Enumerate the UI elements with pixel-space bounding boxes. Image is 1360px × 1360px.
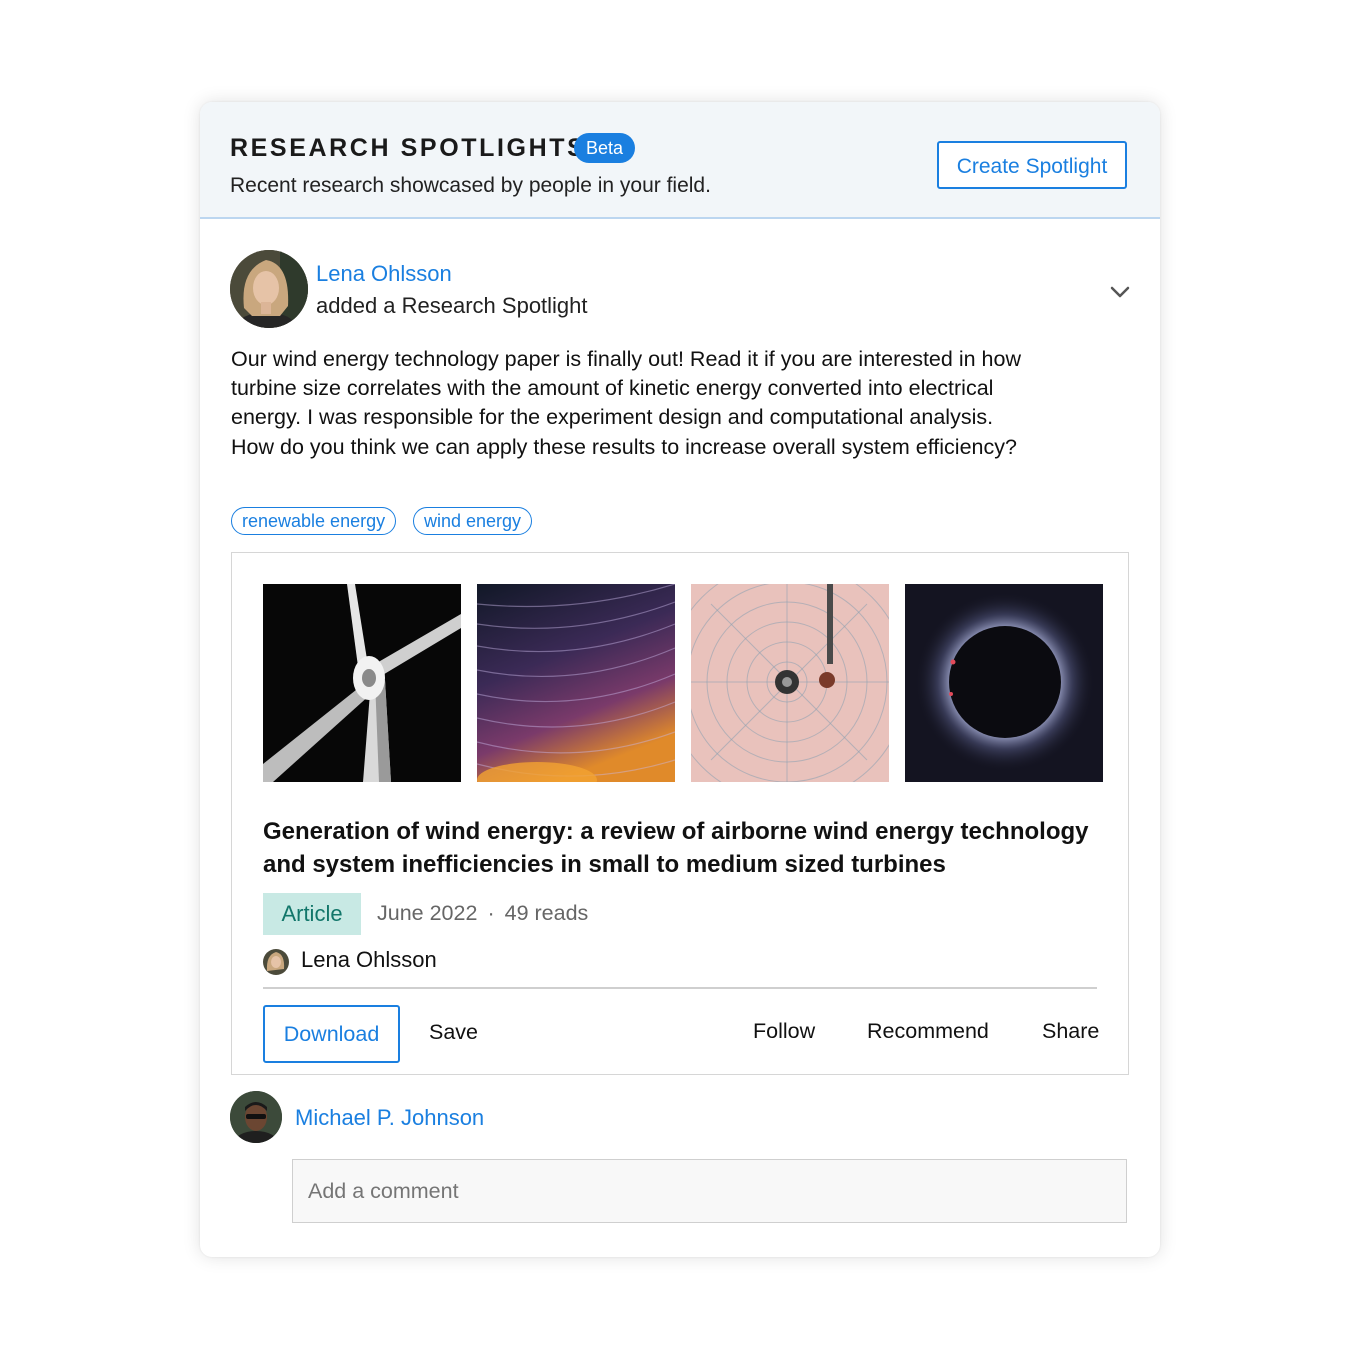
publication-author-link[interactable]: Lena Ohlsson xyxy=(301,947,437,973)
research-spotlights-card: RESEARCH SPOTLIGHTS Beta Recent research… xyxy=(200,102,1160,1257)
publication-title[interactable]: Generation of wind energy: a review of a… xyxy=(263,815,1113,881)
publication-meta: June 2022 · 49 reads xyxy=(377,901,588,926)
meta-separator: · xyxy=(487,901,495,925)
article-type-badge: Article xyxy=(263,893,361,935)
create-spotlight-button[interactable]: Create Spotlight xyxy=(937,141,1127,189)
download-button[interactable]: Download xyxy=(263,1005,400,1063)
publication-card: Generation of wind energy: a review of a… xyxy=(231,552,1129,1075)
follow-button[interactable]: Follow xyxy=(753,1019,815,1044)
wind-turbine-image xyxy=(263,584,461,782)
commenter-avatar-photo xyxy=(230,1091,282,1143)
image-star-trails[interactable] xyxy=(477,584,675,782)
chart-recorder-image xyxy=(691,584,889,782)
author-avatar[interactable] xyxy=(230,250,308,328)
star-trails-image xyxy=(477,584,675,782)
tag-renewable-energy[interactable]: renewable energy xyxy=(231,507,397,535)
recommend-button[interactable]: Recommend xyxy=(867,1019,989,1044)
publication-date: June 2022 xyxy=(377,901,478,925)
image-wind-turbine[interactable] xyxy=(263,584,461,782)
solar-eclipse-image xyxy=(905,584,1103,782)
avatar-photo xyxy=(230,250,308,328)
card-header: RESEARCH SPOTLIGHTS Beta Recent research… xyxy=(200,102,1160,219)
commenter-avatar[interactable] xyxy=(230,1091,282,1143)
publication-author-avatar[interactable] xyxy=(263,949,289,975)
beta-badge: Beta xyxy=(574,133,636,163)
chevron-down-icon[interactable] xyxy=(1108,280,1132,304)
author-action-text: added a Research Spotlight xyxy=(316,293,588,318)
publication-reads: 49 reads xyxy=(504,901,589,925)
comment-input[interactable] xyxy=(292,1159,1127,1223)
post-text: Our wind energy technology paper is fina… xyxy=(231,347,1021,459)
commenter-name-link[interactable]: Michael P. Johnson xyxy=(295,1105,484,1131)
section-title: RESEARCH SPOTLIGHTS xyxy=(230,134,587,162)
section-subtitle: Recent research showcased by people in y… xyxy=(230,174,711,197)
divider xyxy=(263,987,1097,989)
save-button[interactable]: Save xyxy=(429,1020,478,1045)
mini-avatar-photo xyxy=(263,949,289,975)
image-solar-eclipse[interactable] xyxy=(905,584,1103,782)
tag-wind-energy[interactable]: wind energy xyxy=(413,507,533,535)
author-name-link[interactable]: Lena Ohlsson xyxy=(316,261,452,287)
share-button[interactable]: Share xyxy=(1042,1019,1099,1044)
image-chart-recorder[interactable] xyxy=(691,584,889,782)
